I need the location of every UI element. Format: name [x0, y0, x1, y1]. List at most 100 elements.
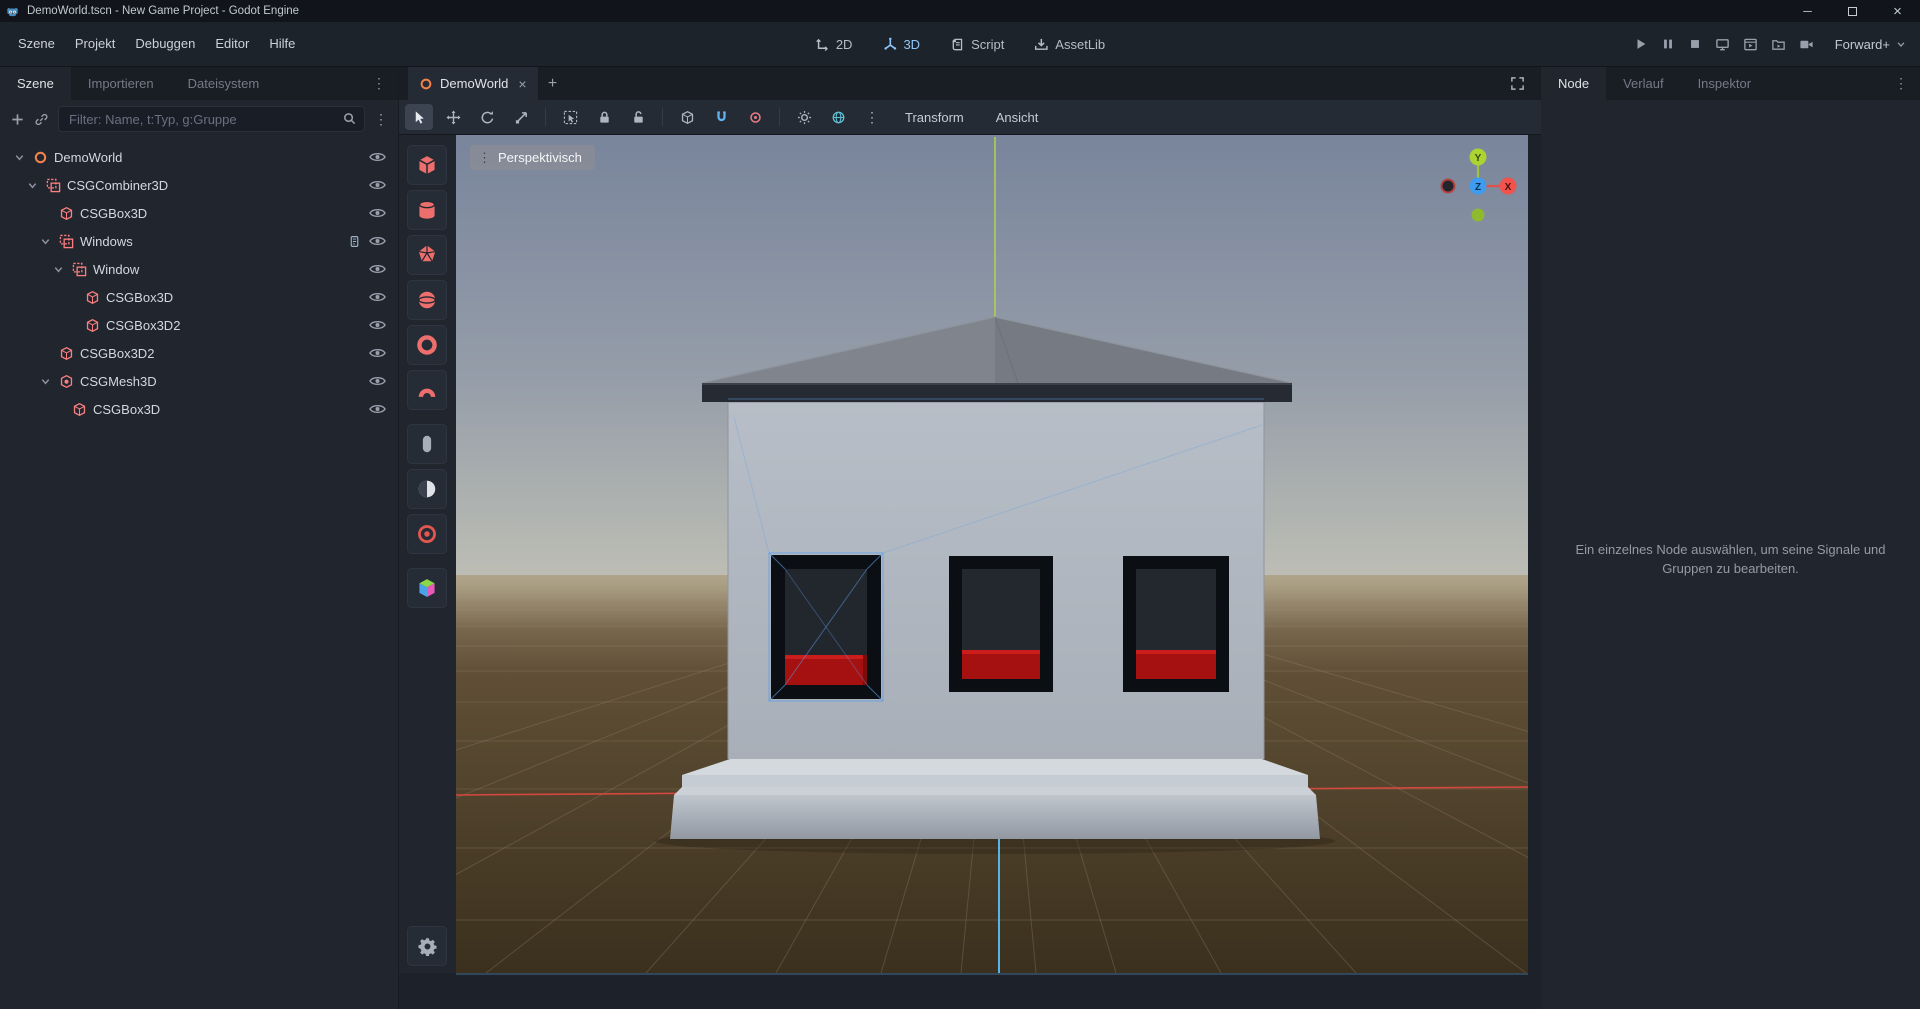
tree-row-csgbox3d[interactable]: CSGBox3D	[0, 283, 398, 311]
visibility-eye-icon[interactable]	[369, 263, 386, 275]
gizmo-z-label: Z	[1475, 182, 1481, 193]
dock-tab-node[interactable]: Node	[1541, 67, 1606, 100]
tree-row-csgbox3d[interactable]: CSGBox3D	[0, 199, 398, 227]
csg-torus-icon[interactable]	[407, 325, 447, 365]
script-badge-icon[interactable]	[348, 235, 361, 248]
play-custom-scene-icon[interactable]	[1771, 37, 1786, 52]
mode-2d-button[interactable]: 2D	[806, 32, 862, 57]
expand-arrow-icon[interactable]	[38, 376, 52, 387]
tree-row-windows[interactable]: Windows	[0, 227, 398, 255]
renderer-select[interactable]: Forward+	[1835, 37, 1906, 52]
half-sphere-icon[interactable]	[407, 469, 447, 509]
capsule-icon[interactable]	[407, 424, 447, 464]
mode-3d-button[interactable]: 3D	[873, 32, 929, 57]
menu-szene[interactable]: Szene	[8, 22, 65, 66]
maximize-button[interactable]	[1830, 0, 1875, 22]
csg-cylinder-icon[interactable]	[407, 190, 447, 230]
dock-tab-verlauf[interactable]: Verlauf	[1606, 67, 1680, 100]
close-button[interactable]: ×	[1875, 0, 1920, 22]
csg-shape-icon[interactable]	[407, 370, 447, 410]
movie-maker-icon[interactable]	[1799, 37, 1814, 52]
mode-assetlib-button[interactable]: AssetLib	[1025, 32, 1114, 57]
expand-arrow-icon[interactable]	[25, 180, 39, 191]
visibility-eye-icon[interactable]	[369, 235, 386, 247]
tree-row-window[interactable]: Window	[0, 255, 398, 283]
remote-debug-icon[interactable]	[1715, 37, 1730, 52]
pause-icon[interactable]	[1661, 37, 1675, 51]
preview-sun-icon[interactable]	[790, 104, 818, 130]
select-tool-icon[interactable]	[405, 104, 433, 130]
gridmap-icon[interactable]	[407, 568, 447, 608]
expand-arrow-icon[interactable]	[12, 152, 26, 163]
mode-3d-icon	[882, 37, 897, 52]
add-node-button[interactable]	[10, 112, 25, 127]
dock-tab-menu-dots-icon[interactable]: ⋮	[360, 75, 398, 92]
pivot-icon[interactable]	[741, 104, 769, 130]
menu-editor[interactable]: Editor	[205, 22, 259, 66]
move-tool-icon[interactable]	[439, 104, 467, 130]
dock-tab-dateisystem[interactable]: Dateisystem	[171, 67, 277, 100]
visibility-eye-icon[interactable]	[369, 375, 386, 387]
menu-projekt[interactable]: Projekt	[65, 22, 125, 66]
minimize-button[interactable]: ─	[1785, 0, 1830, 22]
menu-debuggen[interactable]: Debuggen	[125, 22, 205, 66]
list-select-icon[interactable]	[556, 104, 584, 130]
visibility-eye-icon[interactable]	[369, 347, 386, 359]
scene-tab-demoworld[interactable]: DemoWorld ×	[408, 67, 538, 100]
snap-toggle-icon[interactable]	[707, 104, 735, 130]
unlock-icon[interactable]	[624, 104, 652, 130]
dock-tab-importieren[interactable]: Importieren	[71, 67, 171, 100]
play-scene-icon[interactable]	[1743, 37, 1758, 52]
occluder-icon[interactable]	[407, 514, 447, 554]
expand-arrow-icon[interactable]	[51, 264, 65, 275]
visibility-eye-icon[interactable]	[369, 207, 386, 219]
mode-script-button[interactable]: Script	[941, 32, 1013, 57]
left-dock-tabbar: SzeneImportierenDateisystem ⋮	[0, 67, 398, 100]
tree-row-csgcombiner3d[interactable]: CSGCombiner3D	[0, 171, 398, 199]
dock-tab-inspektor[interactable]: Inspektor	[1681, 67, 1768, 100]
viewport-3d[interactable]: Y X Z ⋮ Perspektivisch	[456, 135, 1528, 973]
dock-tab-szene[interactable]: Szene	[0, 67, 71, 100]
scene-filter-input[interactable]	[58, 106, 365, 132]
gizmo-neg-x[interactable]	[1442, 180, 1455, 193]
mode-2d-icon	[815, 37, 830, 52]
csg-sphere-icon[interactable]	[407, 280, 447, 320]
scene-tree-menu-dots-icon[interactable]: ⋮	[374, 111, 388, 128]
menu-hilfe[interactable]: Hilfe	[259, 22, 305, 66]
visibility-eye-icon[interactable]	[369, 179, 386, 191]
new-scene-tab-button[interactable]: +	[538, 67, 568, 100]
play-icon[interactable]	[1634, 37, 1648, 51]
tab-close-icon[interactable]: ×	[518, 76, 526, 92]
expand-arrow-icon[interactable]	[38, 236, 52, 247]
visibility-eye-icon[interactable]	[369, 403, 386, 415]
scale-tool-icon[interactable]	[507, 104, 535, 130]
tree-row-csgbox3d2[interactable]: CSGBox3D2	[0, 339, 398, 367]
local-space-icon[interactable]	[673, 104, 701, 130]
stop-icon[interactable]	[1688, 37, 1702, 51]
visibility-eye-icon[interactable]	[369, 291, 386, 303]
transform-menu[interactable]: Transform	[892, 110, 977, 125]
house-windows	[771, 555, 1229, 699]
preview-environment-icon[interactable]	[824, 104, 852, 130]
visibility-eye-icon[interactable]	[369, 319, 386, 331]
3d-scene[interactable]: Y X Z	[456, 135, 1528, 973]
expand-viewport-icon[interactable]	[1510, 76, 1525, 91]
settings-gear-icon[interactable]	[407, 926, 447, 966]
rotate-tool-icon[interactable]	[473, 104, 501, 130]
gizmo-options-icon[interactable]: ⋮	[858, 104, 886, 130]
projection-menu[interactable]: ⋮ Perspektivisch	[470, 145, 595, 170]
csg-polygon-icon[interactable]	[407, 235, 447, 275]
bottom-panel-splitter[interactable]	[456, 973, 1528, 975]
tree-row-csgbox3d2[interactable]: CSGBox3D2	[0, 311, 398, 339]
csg-box3d-icon[interactable]	[407, 145, 447, 185]
tree-row-demoworld[interactable]: DemoWorld	[0, 143, 398, 171]
search-icon	[342, 111, 357, 126]
dock-tab-menu-dots-icon[interactable]: ⋮	[1882, 75, 1920, 92]
gizmo-neg-y[interactable]	[1472, 209, 1485, 222]
instance-scene-button[interactable]	[34, 112, 49, 127]
view-menu[interactable]: Ansicht	[983, 110, 1052, 125]
visibility-eye-icon[interactable]	[369, 151, 386, 163]
tree-row-csgbox3d[interactable]: CSGBox3D	[0, 395, 398, 423]
tree-row-csgmesh3d[interactable]: CSGMesh3D	[0, 367, 398, 395]
lock-icon[interactable]	[590, 104, 618, 130]
